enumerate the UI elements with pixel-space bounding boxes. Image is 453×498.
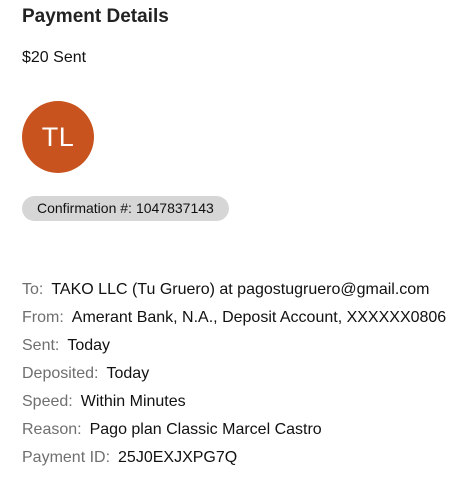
detail-value-from: Amerant Bank, N.A., Deposit Account, XXX… [71, 309, 447, 326]
detail-row-to: To: TAKO LLC (Tu Gruero) at pagostugruero… [22, 278, 446, 306]
detail-value-payment-id: 25J0EXJXPG7Q [118, 449, 238, 466]
page-title: Payment Details [22, 6, 169, 27]
confirmation-number: 1047837143 [135, 200, 214, 216]
detail-row-sent: Sent: Today [22, 334, 446, 362]
detail-label-from: From: [22, 309, 64, 326]
detail-row-speed: Speed: Within Minutes [22, 390, 446, 418]
payment-details-list: To: TAKO LLC (Tu Gruero) at pagostugruero… [22, 278, 446, 474]
detail-value-reason: Pago plan Classic Marcel Castro [89, 421, 322, 438]
detail-row-reason: Reason: Pago plan Classic Marcel Castro [22, 418, 446, 446]
detail-value-speed: Within Minutes [80, 393, 186, 410]
detail-label-sent: Sent: [22, 337, 60, 354]
detail-row-payment-id: Payment ID: 25J0EXJXPG7Q [22, 446, 446, 474]
detail-row-deposited: Deposited: Today [22, 362, 446, 390]
detail-label-to: To: [22, 281, 44, 298]
confirmation-badge: Confirmation #: 1047837143 [22, 196, 229, 221]
detail-row-from: From: Amerant Bank, N.A., Deposit Account… [22, 306, 446, 334]
detail-label-payment-id: Payment ID: [22, 449, 111, 466]
confirmation-label: Confirmation #: [37, 200, 132, 216]
detail-value-sent: Today [67, 337, 111, 354]
avatar: TL [22, 101, 94, 173]
detail-value-deposited: Today [106, 365, 150, 382]
detail-label-reason: Reason: [22, 421, 82, 438]
detail-label-speed: Speed: [22, 393, 73, 410]
detail-label-deposited: Deposited: [22, 365, 99, 382]
detail-value-to: TAKO LLC (Tu Gruero) at pagostugruero@gm… [51, 281, 430, 298]
payment-amount: $20 Sent [22, 49, 87, 66]
